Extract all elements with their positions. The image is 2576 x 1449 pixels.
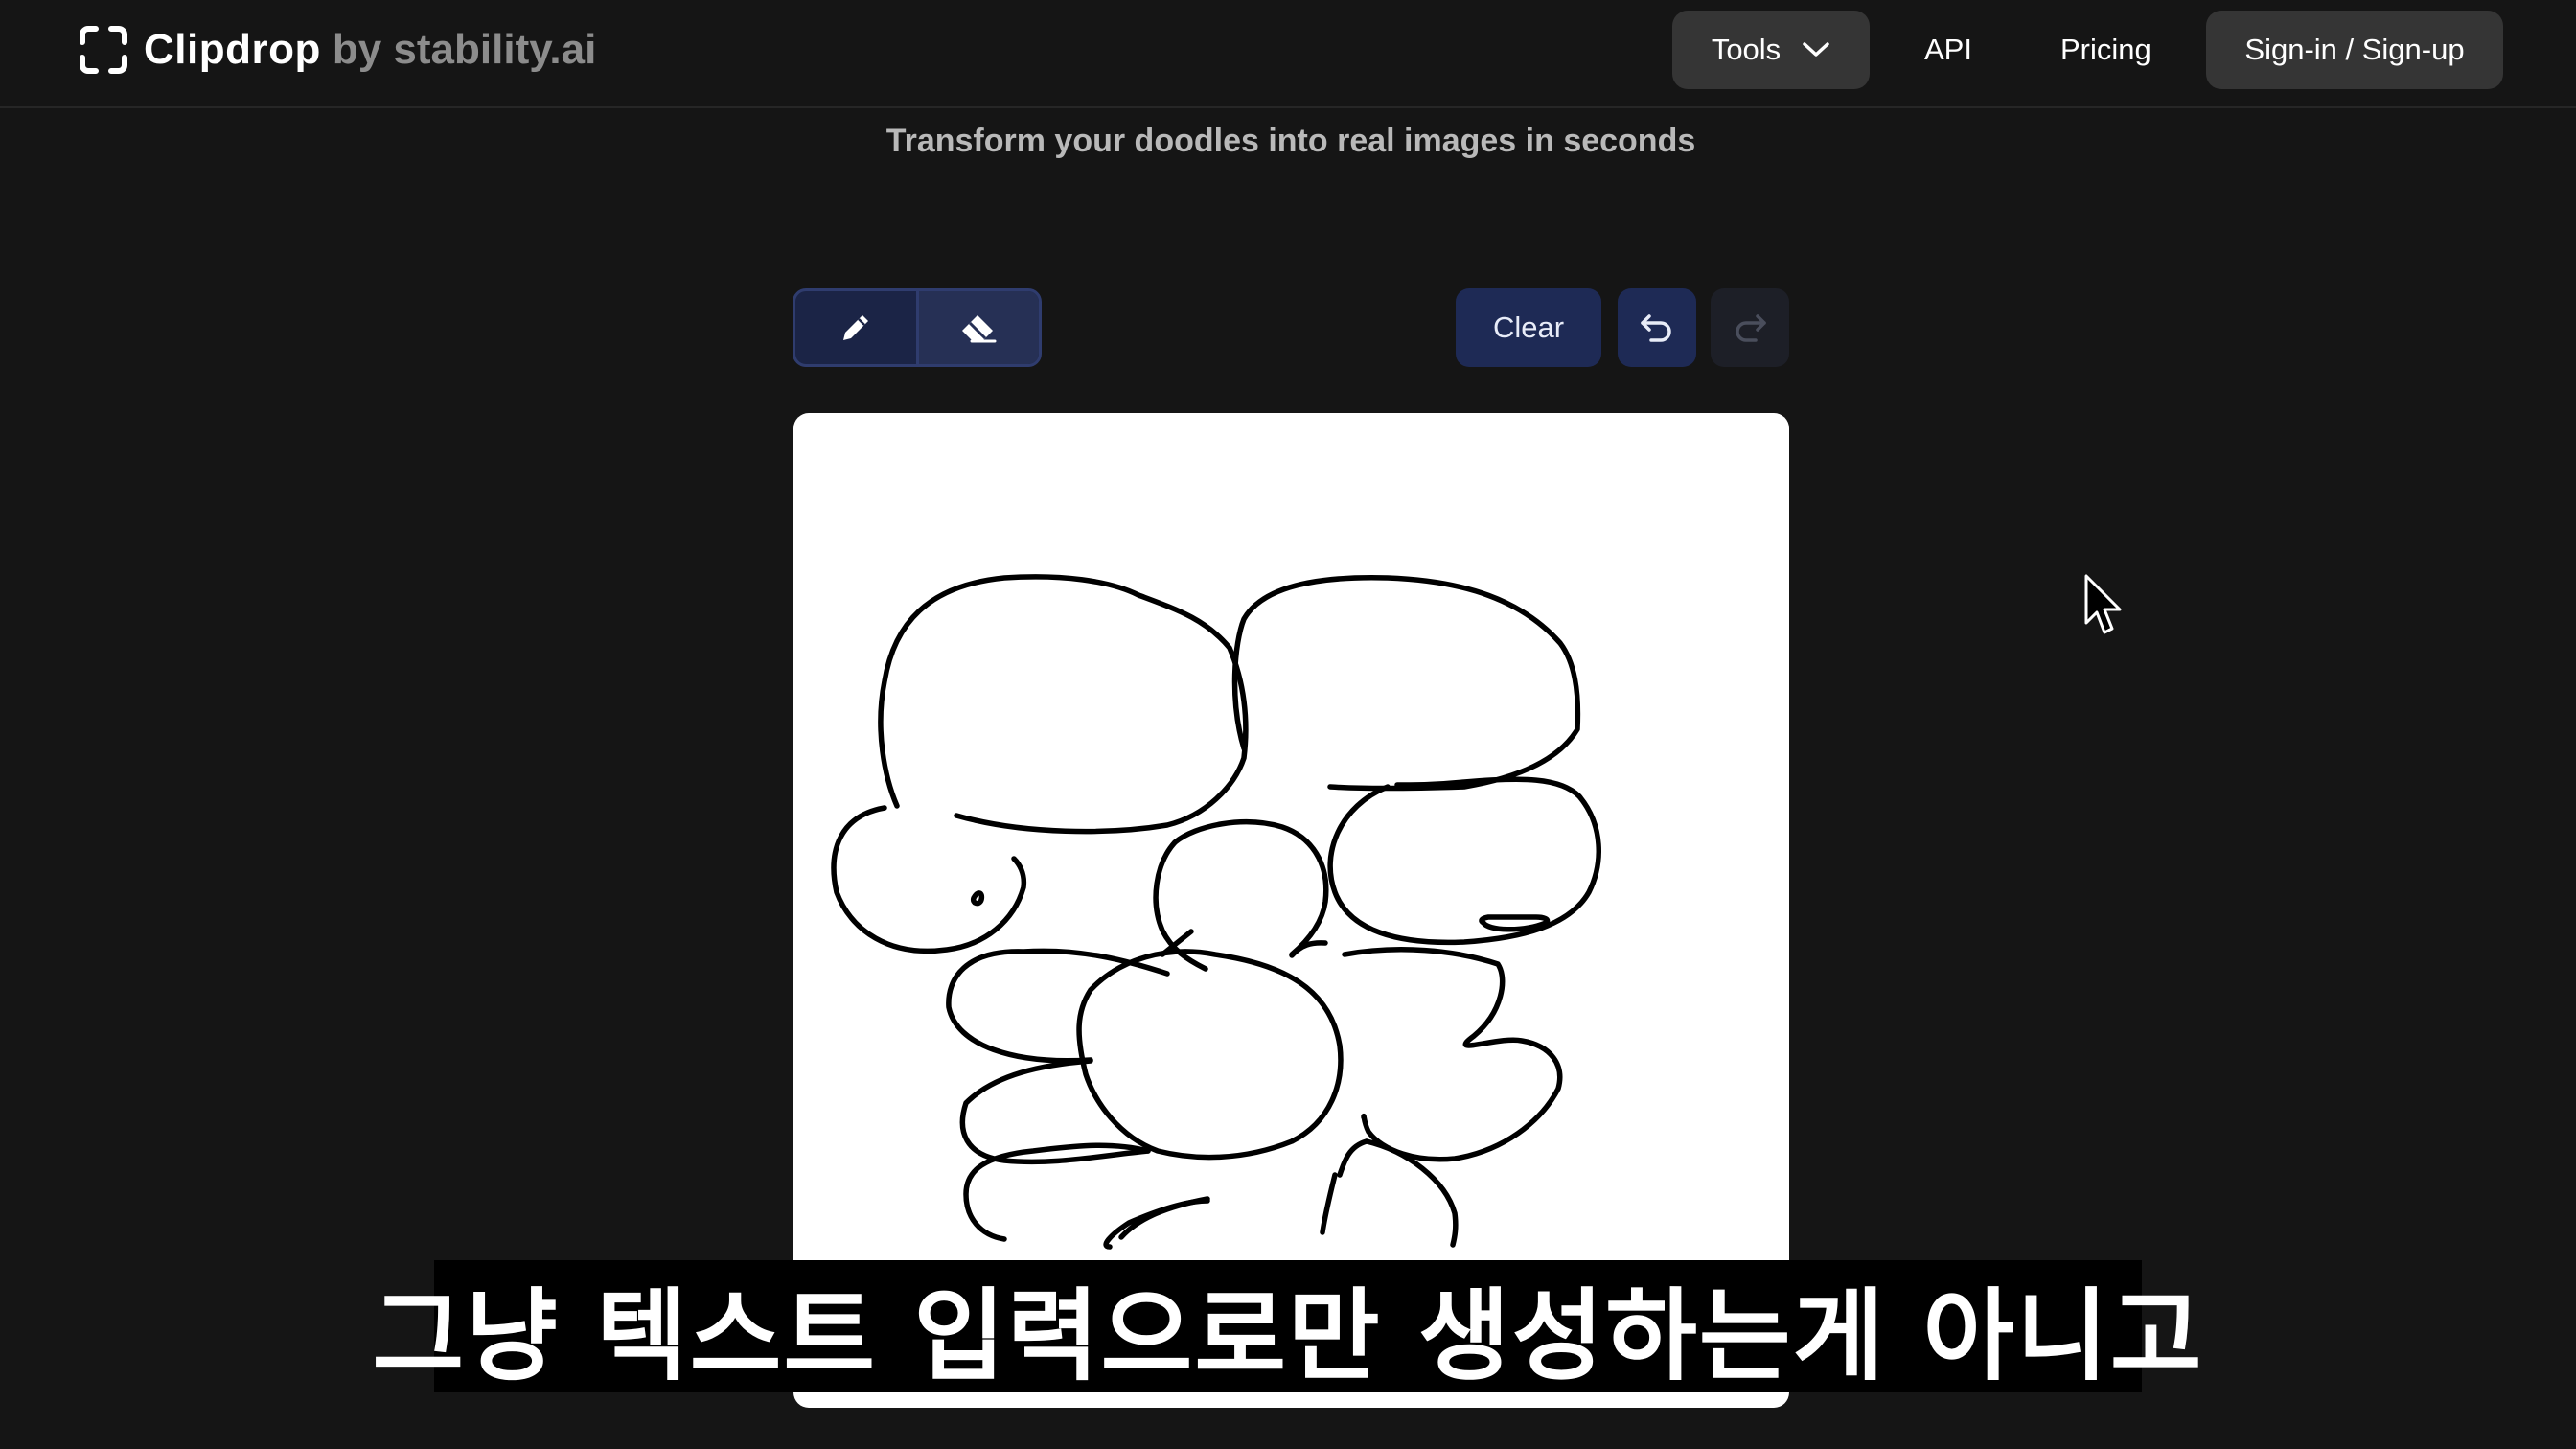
clipdrop-logo[interactable]: Clipdrop by stability.ai [77,23,596,77]
pricing-link[interactable]: Pricing [2060,11,2151,89]
tools-label: Tools [1711,33,1782,66]
redo-button[interactable] [1711,288,1789,367]
logo-name: Clipdrop [144,26,321,73]
undo-button[interactable] [1618,288,1696,367]
clipdrop-logo-icon [80,26,127,74]
clear-canvas-button[interactable]: Clear [1456,288,1601,367]
undo-icon [1641,314,1671,342]
signin-button[interactable]: Sign-in / Sign-up [2206,11,2503,89]
pencil-icon [842,315,868,340]
redo-icon [1736,314,1766,342]
chevron-down-icon [1803,42,1829,57]
pencil-tool-button[interactable] [795,291,916,364]
api-link[interactable]: API [1924,11,1972,89]
logo-byline: by stability.ai [332,26,597,73]
video-caption: 그냥 텍스트 입력으로만 생성하는게 아니고 [372,1260,2202,1394]
page-subtitle: Transform your doodles into real images … [886,123,1696,159]
tools-menu-button[interactable]: Tools [1672,11,1870,89]
page: Clipdrop by stability.ai Tools API Prici… [0,0,2576,1449]
mouse-cursor-icon [2084,574,2122,634]
top-nav-bar: Clipdrop by stability.ai Tools API Prici… [0,0,2576,108]
eraser-icon [962,315,997,343]
eraser-tool-button[interactable] [915,291,1039,364]
drawing-tool-selector [793,288,1042,367]
